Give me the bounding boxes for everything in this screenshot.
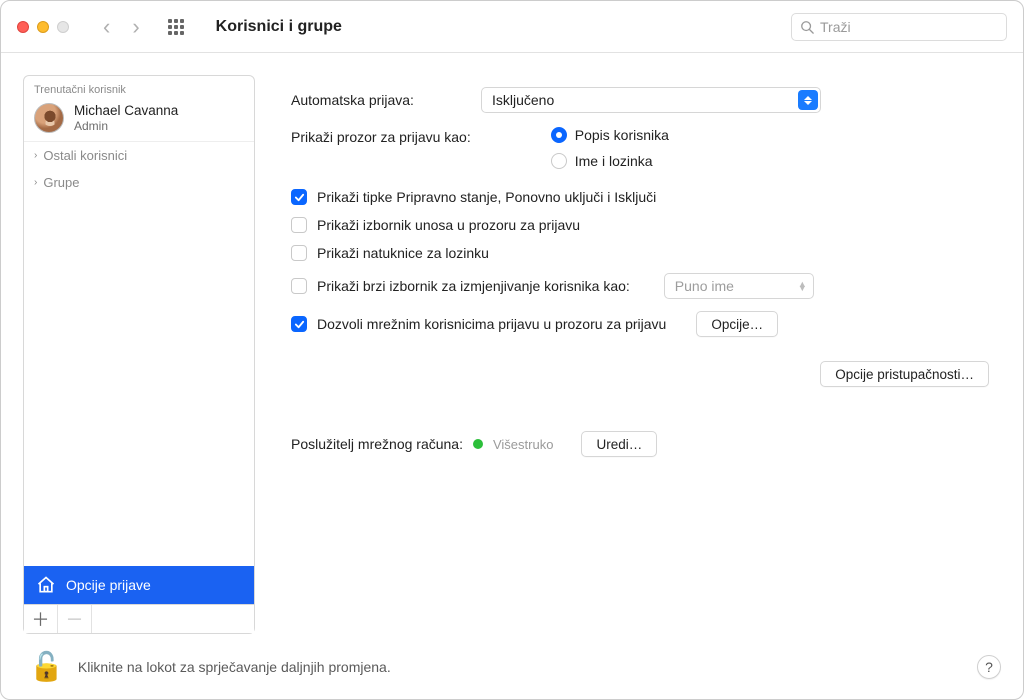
check-show-sleep-restart-shutdown[interactable]: Prikaži tipke Pripravno stanje, Ponovno … bbox=[291, 189, 989, 205]
check-fast-switch-label: Prikaži brzi izbornik za izmjenjivanje k… bbox=[317, 278, 630, 294]
radio-checked-icon bbox=[551, 127, 567, 143]
checkbox-checked-icon bbox=[291, 316, 307, 332]
check-password-hints[interactable]: Prikaži natuknice za lozinku bbox=[291, 245, 989, 261]
lock-area[interactable]: 🔓 Kliknite na lokot za sprječavanje dalj… bbox=[29, 650, 391, 683]
login-window-radio-group: Popis korisnika Ime i lozinka bbox=[551, 127, 669, 169]
sidebar: Trenutačni korisnik Michael Cavanna Admi… bbox=[23, 75, 255, 605]
sidebar-section-current-user: Trenutačni korisnik bbox=[24, 76, 254, 100]
check-password-hints-label: Prikaži natuknice za lozinku bbox=[317, 245, 489, 261]
back-button[interactable]: ‹ bbox=[103, 16, 110, 38]
check-input-menu[interactable]: Prikaži izbornik unosa u prozoru za prij… bbox=[291, 217, 989, 233]
status-dot-icon bbox=[473, 439, 483, 449]
forward-button[interactable]: › bbox=[132, 16, 139, 38]
house-icon bbox=[36, 575, 56, 595]
add-user-button[interactable]: ＋ bbox=[24, 605, 58, 633]
stepper-icon: ▲▼ bbox=[798, 282, 811, 291]
minimize-window-icon[interactable] bbox=[37, 21, 49, 33]
close-window-icon[interactable] bbox=[17, 21, 29, 33]
radio-list-label: Popis korisnika bbox=[575, 127, 669, 143]
checkbox-unchecked-icon bbox=[291, 278, 307, 294]
preferences-window: ‹ › Korisnici i grupe Traži Trenutačni k… bbox=[0, 0, 1024, 700]
radio-unchecked-icon bbox=[551, 153, 567, 169]
sidebar-actions: ＋ － bbox=[23, 605, 255, 634]
radio-list-of-users[interactable]: Popis korisnika bbox=[551, 127, 669, 143]
current-user-name: Michael Cavanna bbox=[74, 103, 178, 119]
stepper-icon bbox=[798, 90, 818, 110]
nav-arrows: ‹ › bbox=[103, 16, 140, 38]
sidebar-groups-label: Grupe bbox=[43, 175, 79, 190]
lock-text: Kliknite na lokot za sprječavanje daljnj… bbox=[78, 659, 391, 675]
fast-switch-value: Puno ime bbox=[675, 278, 734, 294]
current-user-role: Admin bbox=[74, 119, 178, 133]
sidebar-wrap: Trenutačni korisnik Michael Cavanna Admi… bbox=[23, 75, 255, 634]
footer: 🔓 Kliknite na lokot za sprječavanje dalj… bbox=[1, 640, 1023, 699]
chevron-right-icon: › bbox=[34, 177, 37, 188]
fullscreen-window-icon bbox=[57, 21, 69, 33]
sidebar-other-users-label: Ostali korisnici bbox=[43, 148, 127, 163]
body: Trenutačni korisnik Michael Cavanna Admi… bbox=[1, 53, 1023, 640]
chevron-right-icon: › bbox=[34, 150, 37, 161]
search-placeholder: Traži bbox=[820, 19, 851, 35]
check-network-users[interactable]: Dozvoli mrežnim korisnicima prijavu u pr… bbox=[291, 316, 666, 332]
checkbox-unchecked-icon bbox=[291, 245, 307, 261]
checkbox-checked-icon bbox=[291, 189, 307, 205]
titlebar: ‹ › Korisnici i grupe Traži bbox=[1, 1, 1023, 53]
login-window-label: Prikaži prozor za prijavu kao: bbox=[291, 127, 471, 145]
sidebar-current-user[interactable]: Michael Cavanna Admin bbox=[24, 100, 254, 142]
remove-user-button: － bbox=[58, 605, 92, 633]
search-input[interactable]: Traži bbox=[791, 13, 1007, 41]
network-server-status: Višestruko bbox=[493, 437, 553, 452]
network-users-options-button[interactable]: Opcije… bbox=[696, 311, 778, 337]
radio-name-password-label: Ime i lozinka bbox=[575, 153, 653, 169]
auto-login-select[interactable]: Isključeno bbox=[481, 87, 821, 113]
search-icon bbox=[800, 20, 814, 34]
avatar bbox=[34, 103, 64, 133]
check-input-menu-label: Prikaži izbornik unosa u prozoru za prij… bbox=[317, 217, 580, 233]
network-server-label: Poslužitelj mrežnog računa: bbox=[291, 436, 463, 452]
window-controls bbox=[17, 21, 69, 33]
fast-switch-select: Puno ime ▲▼ bbox=[664, 273, 814, 299]
auto-login-value: Isključeno bbox=[492, 92, 554, 108]
accessibility-options-button[interactable]: Opcije pristupačnosti… bbox=[820, 361, 989, 387]
radio-name-password[interactable]: Ime i lozinka bbox=[551, 153, 669, 169]
checkbox-unchecked-icon bbox=[291, 217, 307, 233]
sidebar-other-users[interactable]: › Ostali korisnici bbox=[24, 142, 254, 169]
window-title: Korisnici i grupe bbox=[216, 18, 777, 36]
show-all-preferences-button[interactable] bbox=[168, 19, 184, 35]
help-button[interactable]: ? bbox=[977, 655, 1001, 679]
unlocked-lock-icon: 🔓 bbox=[29, 650, 64, 683]
check-fast-user-switching[interactable]: Prikaži brzi izbornik za izmjenjivanje k… bbox=[291, 278, 630, 294]
auto-login-label: Automatska prijava: bbox=[291, 92, 469, 108]
network-server-edit-button[interactable]: Uredi… bbox=[581, 431, 657, 457]
sidebar-groups[interactable]: › Grupe bbox=[24, 169, 254, 196]
main-panel: Automatska prijava: Isključeno Prikaži p… bbox=[279, 75, 1001, 634]
sidebar-login-options[interactable]: Opcije prijave bbox=[24, 566, 254, 604]
login-options-label: Opcije prijave bbox=[66, 577, 151, 593]
check-sleep-label: Prikaži tipke Pripravno stanje, Ponovno … bbox=[317, 189, 656, 205]
check-network-users-label: Dozvoli mrežnim korisnicima prijavu u pr… bbox=[317, 316, 666, 332]
